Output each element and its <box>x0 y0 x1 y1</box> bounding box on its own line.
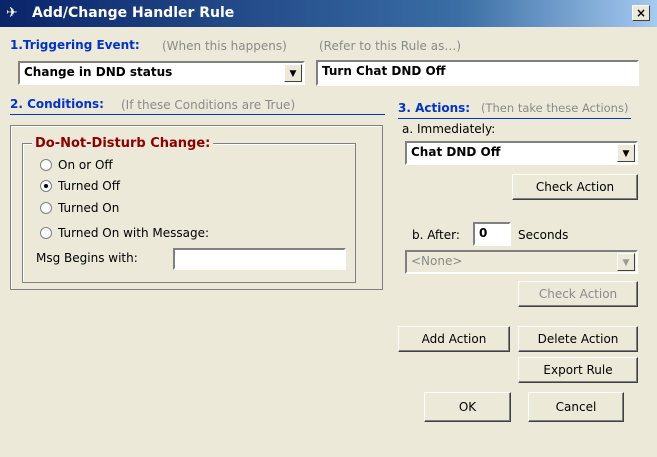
immediate-action-value: Chat DND Off <box>411 145 501 159</box>
after-seconds-value: 0 <box>479 226 488 240</box>
chevron-down-icon[interactable]: ▼ <box>617 253 635 271</box>
chevron-down-icon[interactable]: ▼ <box>617 144 635 162</box>
triggering-event-hint: (When this happens) <box>162 39 287 53</box>
add-action-button[interactable]: Add Action <box>398 326 510 352</box>
radio-checked-icon[interactable] <box>40 180 52 192</box>
immediately-label: a. Immediately: <box>402 122 496 136</box>
actions-divider <box>398 118 631 119</box>
rule-name-input[interactable]: Turn Chat DND Off <box>316 60 639 86</box>
check-action-button[interactable]: Check Action <box>512 174 638 200</box>
radio-label: Turned Off <box>58 179 120 193</box>
delete-action-button[interactable]: Delete Action <box>518 326 638 352</box>
rule-name-value: Turn Chat DND Off <box>322 64 446 78</box>
conditions-divider <box>10 114 385 115</box>
conditions-hint: (If these Conditions are True) <box>121 98 296 112</box>
radio-icon[interactable] <box>40 159 52 171</box>
ok-label: OK <box>458 400 477 414</box>
after-seconds-input[interactable]: 0 <box>473 222 511 246</box>
add-action-label: Add Action <box>421 332 487 346</box>
radio-label: Turned On <box>58 201 120 215</box>
export-rule-button[interactable]: Export Rule <box>518 357 638 383</box>
triggering-event-title: 1.Triggering Event: <box>10 38 140 52</box>
dnd-change-group-title: Do-Not-Disturb Change: <box>32 136 214 151</box>
after-action-select[interactable]: <None> ▼ <box>405 250 638 274</box>
ok-button[interactable]: OK <box>424 392 511 422</box>
immediate-action-select[interactable]: Chat DND Off ▼ <box>405 141 638 165</box>
seconds-label: Seconds <box>518 228 569 242</box>
export-rule-label: Export Rule <box>543 363 613 377</box>
window-title: Add/Change Handler Rule <box>32 5 235 21</box>
delete-action-label: Delete Action <box>537 332 619 346</box>
radio-turned-on-with-message[interactable]: Turned On with Message: <box>40 226 209 240</box>
actions-title: 3. Actions: <box>398 101 471 115</box>
msg-begins-label: Msg Begins with: <box>36 251 138 265</box>
title-bar[interactable]: ✈ Add/Change Handler Rule × <box>0 0 657 27</box>
actions-hint: (Then take these Actions) <box>481 101 629 115</box>
app-icon: ✈ <box>6 5 18 21</box>
check-action-button-disabled[interactable]: Check Action <box>518 281 638 307</box>
triggering-event-select[interactable]: Change in DND status ▼ <box>18 61 305 85</box>
chevron-down-icon[interactable]: ▼ <box>284 64 302 82</box>
cancel-button[interactable]: Cancel <box>528 392 624 422</box>
radio-turned-off[interactable]: Turned Off <box>40 179 120 193</box>
close-button[interactable]: × <box>632 5 650 21</box>
check-action-label: Check Action <box>538 287 618 301</box>
triggering-event-value: Change in DND status <box>24 65 173 79</box>
radio-label: On or Off <box>58 158 113 172</box>
check-action-label: Check Action <box>535 180 615 194</box>
cancel-label: Cancel <box>555 400 597 414</box>
conditions-title: 2. Conditions: <box>10 97 104 111</box>
radio-icon[interactable] <box>40 227 52 239</box>
after-label: b. After: <box>412 228 460 242</box>
msg-begins-input[interactable] <box>173 248 346 270</box>
radio-turned-on[interactable]: Turned On <box>40 201 119 215</box>
radio-label: Turned On with Message: <box>58 226 210 240</box>
radio-icon[interactable] <box>40 202 52 214</box>
radio-on-or-off[interactable]: On or Off <box>40 158 113 172</box>
refer-hint: (Refer to this Rule as…) <box>319 39 462 53</box>
after-action-value: <None> <box>411 254 463 268</box>
